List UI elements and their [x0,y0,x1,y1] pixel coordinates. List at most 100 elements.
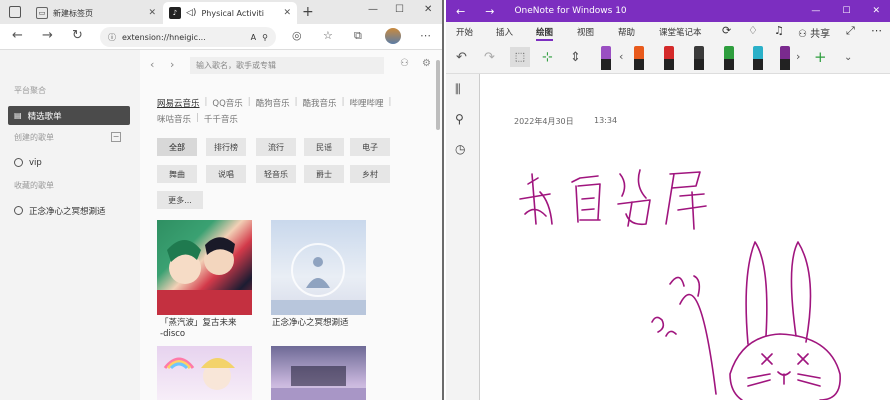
close-icon[interactable]: ✕ [148,8,156,18]
category-all[interactable]: 全部 [157,138,197,156]
settings-icon[interactable]: ⚙ [422,58,431,69]
title-bar: ← → OneNote for Windows 10 — ☐ ✕ [446,0,890,22]
minimize-icon[interactable]: — [811,6,820,16]
category-jazz[interactable]: 爵士 [304,165,344,183]
song-search-input[interactable]: 输入歌名，歌手或专辑 [190,57,384,74]
maximize-icon[interactable]: ☐ [395,4,404,15]
tab-insert[interactable]: 插入 [496,26,513,38]
redo-icon[interactable]: ↷ [484,50,495,65]
tab-physical-activity[interactable]: ♪ ◁) Physical Activiti ✕ [163,2,297,24]
pen-black[interactable] [694,46,704,70]
lasso-select-icon[interactable]: ⬚ [510,47,530,67]
add-space-icon[interactable]: ⊹ [542,50,553,65]
collapse-icon[interactable]: − [111,132,121,142]
scrollbar[interactable] [436,60,440,130]
note-canvas[interactable]: 2022年4月30日 13:34 [479,74,890,400]
tab-actions-icon[interactable] [9,6,21,18]
share-button[interactable]: ⚇ 共享 [798,25,830,40]
pen-magenta[interactable] [780,46,790,70]
lightbulb-icon[interactable]: ♢ [748,24,758,37]
back-icon[interactable]: ← [456,5,465,18]
search-icon[interactable]: ⚲ [455,112,464,126]
chevron-right-icon[interactable]: › [170,58,174,71]
source-link[interactable]: QQ音乐 [212,97,242,109]
pen-purple[interactable] [601,46,611,70]
read-aloud-icon[interactable]: A [251,33,256,42]
category-dance[interactable]: 舞曲 [157,165,197,183]
playlist-title[interactable]: 正念净心之冥想涮适 [272,318,382,329]
pen-green[interactable] [724,46,734,70]
tab-class-notebook[interactable]: 课堂笔记本 [659,26,702,38]
source-link[interactable]: 千千音乐 [204,113,238,125]
sidebar-item-featured[interactable]: ▤ 精选歌单 [8,106,130,125]
sidebar-item-meditation[interactable]: 正念净心之冥想涮适 [8,201,130,220]
chevron-left-icon[interactable]: ‹ [619,50,623,63]
category-country[interactable]: 乡村 [350,165,390,183]
close-window-icon[interactable]: ✕ [424,4,432,15]
close-icon[interactable]: ✕ [283,8,291,18]
speaker-icon[interactable]: ◁) [186,8,196,18]
profile-avatar[interactable] [385,28,401,44]
pen-red[interactable] [664,46,674,70]
chevron-right-icon[interactable]: › [796,50,800,63]
new-tab-icon[interactable]: + [302,4,314,20]
forward-icon[interactable]: → [42,28,53,43]
tab-draw[interactable]: 绘图 [536,26,554,41]
tab-help[interactable]: 帮助 [618,26,635,38]
pen-cyan[interactable] [753,46,763,70]
minimize-icon[interactable]: — [368,4,378,15]
back-icon[interactable]: ← [12,28,23,43]
source-link[interactable]: 哔哩哔哩 [349,97,383,109]
playlist-cover[interactable] [271,346,366,400]
expand-icon[interactable]: ⤢ [846,24,855,38]
collections-icon[interactable]: ⧉ [354,29,362,43]
category-rap[interactable]: 说唱 [206,165,246,183]
tab-bar: ▭ 新建标签页 ✕ ♪ ◁) Physical Activiti ✕ + — ☐… [0,0,442,24]
more-icon[interactable]: ⋯ [420,29,431,42]
notebooks-icon[interactable]: ⫼ [455,82,461,97]
playlist-cover[interactable] [271,220,366,315]
page-icon: ▭ [36,7,48,19]
tab-view[interactable]: 视图 [577,26,594,38]
category-electronic[interactable]: 电子 [350,138,390,156]
playlist-title[interactable]: 「蒸汽波」复古未来 -disco [160,318,260,340]
pan-icon[interactable]: ⇕ [570,50,581,65]
source-link[interactable]: 酷狗音乐 [256,97,290,109]
chevron-left-icon[interactable]: ‹ [150,58,154,71]
chevron-down-icon[interactable]: ⌄ [844,52,852,63]
add-pen-icon[interactable]: + [814,48,827,66]
pen-orange[interactable] [634,46,644,70]
draw-toolbar: ↶ ↷ ⬚ ⊹ ⇕ ‹ › + ⌄ [446,42,890,74]
category-more[interactable]: 更多... [157,191,203,209]
tab-new-tab[interactable]: ▭ 新建标签页 ✕ [30,2,162,24]
disc-icon [14,206,23,215]
sailor-art-image [163,357,235,390]
url-field[interactable]: ⓘ extension://hneigic... A ⚲ [100,27,276,47]
source-link[interactable]: 咪咕音乐 [157,113,191,125]
maximize-icon[interactable]: ☐ [842,6,850,16]
tab-home[interactable]: 开始 [456,26,473,38]
close-window-icon[interactable]: ✕ [872,6,880,16]
recent-icon[interactable]: ◷ [455,142,465,156]
sidebar-item-vip[interactable]: vip [8,153,130,172]
extension-puzzle-icon[interactable]: ⚲ [262,33,268,42]
list-icon: ▤ [14,111,22,120]
favorites-icon[interactable]: ☆ [323,29,333,42]
category-folk[interactable]: 民谣 [304,138,344,156]
category-pop[interactable]: 流行 [256,138,296,156]
more-icon[interactable]: ⋯ [871,24,882,37]
category-light-music[interactable]: 轻音乐 [256,165,296,183]
user-icon[interactable]: ⚇ [400,58,409,69]
forward-icon[interactable]: → [485,5,494,18]
playlist-cover[interactable] [157,346,252,400]
source-link[interactable]: 网易云音乐 [157,97,200,109]
source-link[interactable]: 酷我音乐 [303,97,337,109]
bell-icon[interactable]: ♫ [774,24,784,37]
onenote-window: ← → OneNote for Windows 10 — ☐ ✕ 开始 插入 绘… [446,0,890,400]
category-chart[interactable]: 排行榜 [206,138,246,156]
undo-icon[interactable]: ↶ [456,50,467,65]
refresh-icon[interactable]: ↻ [72,28,83,43]
sync-icon[interactable]: ⟳ [722,24,731,37]
edge-extension-icon[interactable]: ◎ [292,29,302,42]
playlist-cover[interactable] [157,220,252,315]
